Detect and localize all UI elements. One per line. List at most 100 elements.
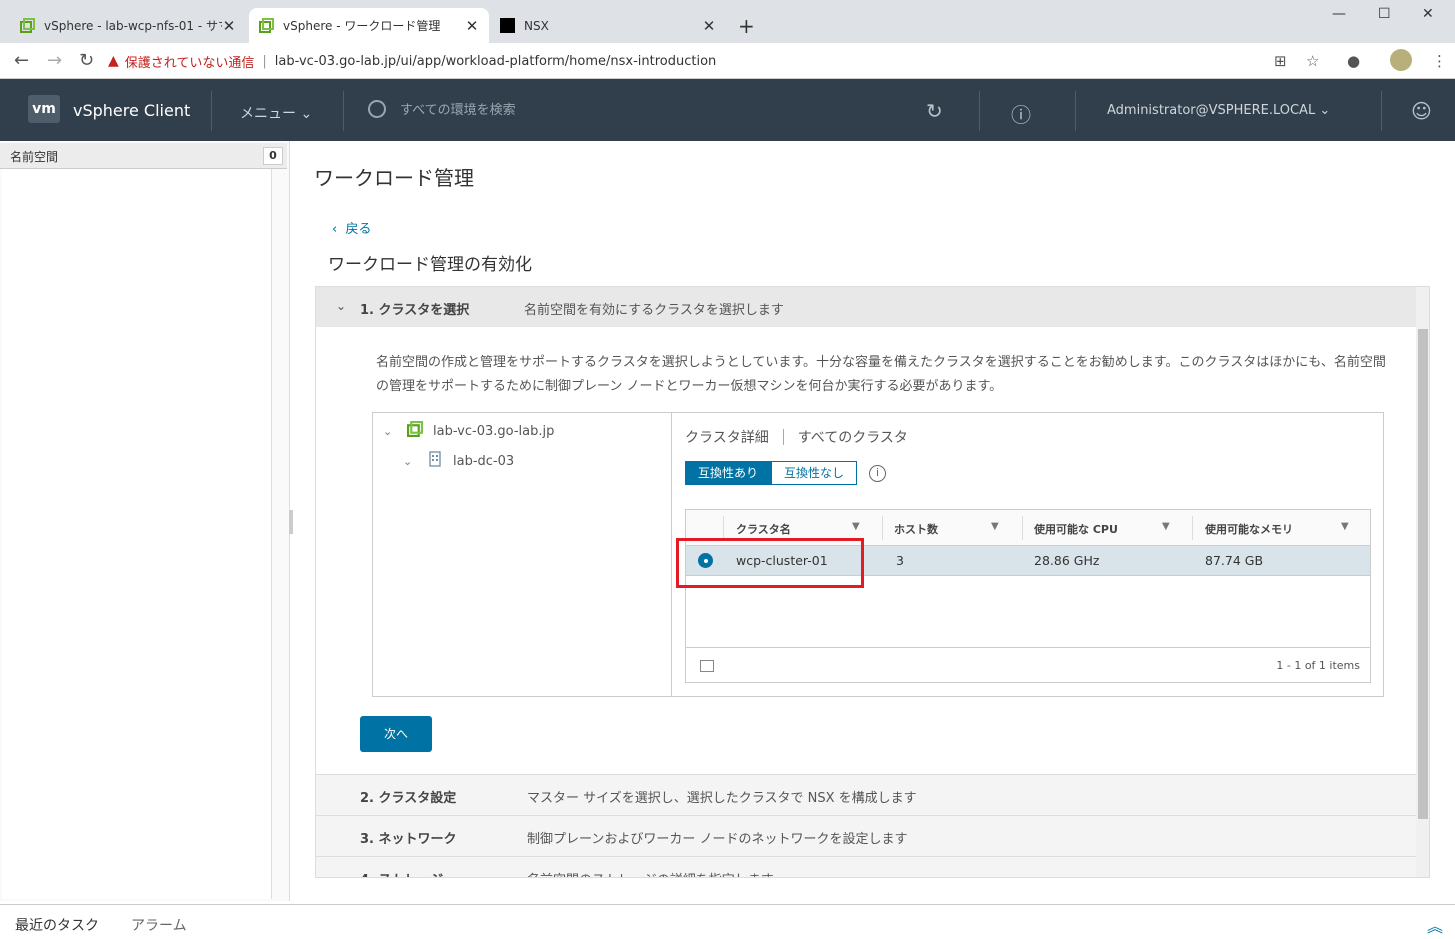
sidebar-title: 名前空間 <box>10 150 59 164</box>
minimize-icon[interactable]: — <box>1332 6 1346 22</box>
tab-title: vSphere - lab-wcp-nfs-01 - サマリ <box>44 19 222 33</box>
pagination-text: 1 - 1 of 1 items <box>1276 659 1360 672</box>
vcenter-label: lab-vc-03.go-lab.jp <box>433 423 555 439</box>
column-separator <box>882 516 883 540</box>
bookmark-star-icon[interactable]: ☆ <box>1306 52 1319 70</box>
user-menu[interactable]: Administrator@VSPHERE.LOCAL ⌄ <box>1107 103 1330 118</box>
cell-hosts: 3 <box>896 553 904 568</box>
incompatible-button[interactable]: 互換性なし <box>771 461 858 485</box>
reload-icon[interactable]: ↻ <box>79 50 94 71</box>
namespace-list[interactable] <box>2 169 272 899</box>
more-menu-icon[interactable]: ⋮ <box>1432 52 1447 70</box>
step-3-desc: 制御プレーンおよびワーカー ノードのネットワークを設定します <box>527 832 908 847</box>
maximize-icon[interactable]: ☐ <box>1378 6 1391 22</box>
filter-icon[interactable]: ▼ <box>991 521 999 532</box>
recent-tasks-tab[interactable]: 最近のタスク <box>15 915 99 935</box>
cell-cpu: 28.86 GHz <box>1034 553 1100 568</box>
back-link[interactable]: ‹ 戻る <box>332 218 371 237</box>
divider <box>211 91 212 131</box>
filter-icon[interactable]: ▼ <box>1341 521 1349 532</box>
back-label: 戻る <box>345 222 372 237</box>
compatible-button[interactable]: 互換性あり <box>685 461 772 485</box>
close-tab-icon[interactable]: ✕ <box>222 17 236 35</box>
namespace-sidebar: 名前空間 0 <box>0 141 290 901</box>
profile-avatar[interactable] <box>1390 49 1412 71</box>
address-bar: ← → ↻ ▲ 保護されていない通信 | lab-vc-03.go-lab.jp… <box>0 43 1455 79</box>
vsphere-favicon-icon <box>259 18 274 33</box>
step-1-header[interactable]: ⌄ 1. クラスタを選択 名前空間を有効にするクラスタを選択します <box>316 287 1416 327</box>
back-arrow-icon[interactable]: ← <box>14 50 29 71</box>
search-icon <box>368 99 386 118</box>
help-icon[interactable]: ⓘ <box>1011 99 1031 128</box>
next-button[interactable]: 次へ <box>360 716 432 752</box>
column-cpu[interactable]: 使用可能な CPU <box>1034 521 1118 537</box>
close-tab-icon[interactable]: ✕ <box>702 17 716 35</box>
chevron-left-icon: ‹ <box>332 222 338 237</box>
close-tab-icon[interactable]: ✕ <box>465 17 479 35</box>
step-2-row[interactable]: 2. クラスタ設定 マスター サイズを選択し、選択したクラスタで NSX を構成… <box>316 774 1416 815</box>
app-title[interactable]: vSphere Client <box>73 101 190 120</box>
browser-tab-workload[interactable]: vSphere - ワークロード管理 ✕ <box>249 8 489 43</box>
column-hosts[interactable]: ホスト数 <box>894 521 938 537</box>
browser-tab-bar: vSphere - lab-wcp-nfs-01 - サマリ ✕ vSphere… <box>0 0 1455 43</box>
feedback-smiley-icon[interactable]: ☺ <box>1411 99 1432 123</box>
extension-icon[interactable]: ● <box>1347 52 1360 70</box>
column-memory[interactable]: 使用可能なメモリ <box>1205 521 1293 537</box>
close-window-icon[interactable]: ✕ <box>1422 6 1434 22</box>
search-placeholder: すべての環境を検索 <box>400 103 516 118</box>
divider <box>1381 91 1382 131</box>
chevron-down-icon: ⌄ <box>336 299 347 313</box>
browser-tab-nsx[interactable]: NSX ✕ <box>490 8 726 43</box>
selection-highlight-box <box>676 538 864 588</box>
refresh-icon[interactable]: ↻ <box>926 99 943 123</box>
step-1-desc: 名前空間を有効にするクラスタを選択します <box>524 303 784 318</box>
vsphere-favicon-icon <box>20 18 35 33</box>
column-toggle-icon[interactable] <box>700 660 714 672</box>
tab-title: vSphere - ワークロード管理 <box>283 19 441 33</box>
compatibility-toggle: 互換性あり 互換性なし <box>685 461 858 485</box>
security-warning[interactable]: 保護されていない通信 <box>125 52 255 71</box>
tab-cluster-details[interactable]: クラスタ詳細 <box>685 427 769 447</box>
cluster-grid: クラスタ名 ▼ ホスト数 ▼ 使用可能な CPU ▼ 使用可能なメモリ ▼ wc… <box>676 509 1371 683</box>
divider <box>1075 91 1076 131</box>
step-4-row[interactable]: 4. ストレージ 名前空間のストレージの詳細を指定します <box>316 856 1416 877</box>
tree-node-vcenter[interactable]: ⌄ lab-vc-03.go-lab.jp <box>383 421 554 441</box>
info-icon[interactable]: i <box>869 465 886 482</box>
step-3-name: 3. ネットワーク <box>360 832 457 847</box>
warning-icon: ▲ <box>108 53 119 69</box>
menu-label: メニュー <box>240 106 296 122</box>
column-cluster-name[interactable]: クラスタ名 <box>736 521 791 537</box>
bottom-bar: 最近のタスク アラーム ︽ <box>0 904 1455 939</box>
filter-icon[interactable]: ▼ <box>852 521 860 532</box>
translate-icon[interactable]: ⊞ <box>1274 52 1287 70</box>
alarms-tab[interactable]: アラーム <box>131 915 187 935</box>
sidebar-header: 名前空間 0 <box>0 143 287 169</box>
user-name: Administrator@VSPHERE.LOCAL <box>1107 103 1316 118</box>
vsphere-header: vm vSphere Client メニュー ⌄ すべての環境を検索 ↻ ⓘ A… <box>0 79 1455 141</box>
global-search[interactable]: すべての環境を検索 <box>368 99 516 118</box>
menu-button[interactable]: メニュー ⌄ <box>240 103 312 123</box>
chevron-down-icon: ⌄ <box>300 106 313 122</box>
tab-all-clusters[interactable]: すべてのクラスタ <box>798 427 908 447</box>
nsx-favicon-icon <box>500 18 515 33</box>
url-field[interactable]: ▲ 保護されていない通信 | lab-vc-03.go-lab.jp/ui/ap… <box>108 47 1334 75</box>
chevron-down-icon: ⌄ <box>403 454 413 468</box>
step-4-desc: 名前空間のストレージの詳細を指定します <box>527 869 774 877</box>
url-text[interactable]: lab-vc-03.go-lab.jp/ui/app/workload-plat… <box>275 54 717 69</box>
tab-title: NSX <box>524 18 549 33</box>
step-1-name: 1. クラスタを選択 <box>360 303 470 318</box>
vertical-scrollbar[interactable] <box>1416 287 1429 877</box>
step-3-row[interactable]: 3. ネットワーク 制御プレーンおよびワーカー ノードのネットワークを設定します <box>316 815 1416 856</box>
wizard-title: ワークロード管理の有効化 <box>328 255 532 275</box>
filter-icon[interactable]: ▼ <box>1162 521 1170 532</box>
scrollbar-thumb[interactable] <box>1418 329 1428 819</box>
browser-tab-summary[interactable]: vSphere - lab-wcp-nfs-01 - サマリ ✕ <box>10 8 246 43</box>
cluster-details-pane: クラスタ詳細 すべてのクラスタ 互換性あり 互換性なし i クラスタ名 ▼ ホス… <box>673 413 1383 696</box>
detail-tabs: クラスタ詳細 すべてのクラスタ <box>685 427 908 447</box>
tree-node-datacenter[interactable]: ⌄ lab-dc-03 <box>403 451 514 471</box>
forward-arrow-icon[interactable]: → <box>47 50 62 71</box>
new-tab-icon[interactable]: + <box>738 14 755 38</box>
pane-splitter[interactable] <box>289 510 293 534</box>
expand-up-icon[interactable]: ︽ <box>1427 913 1443 937</box>
divider <box>343 91 344 131</box>
